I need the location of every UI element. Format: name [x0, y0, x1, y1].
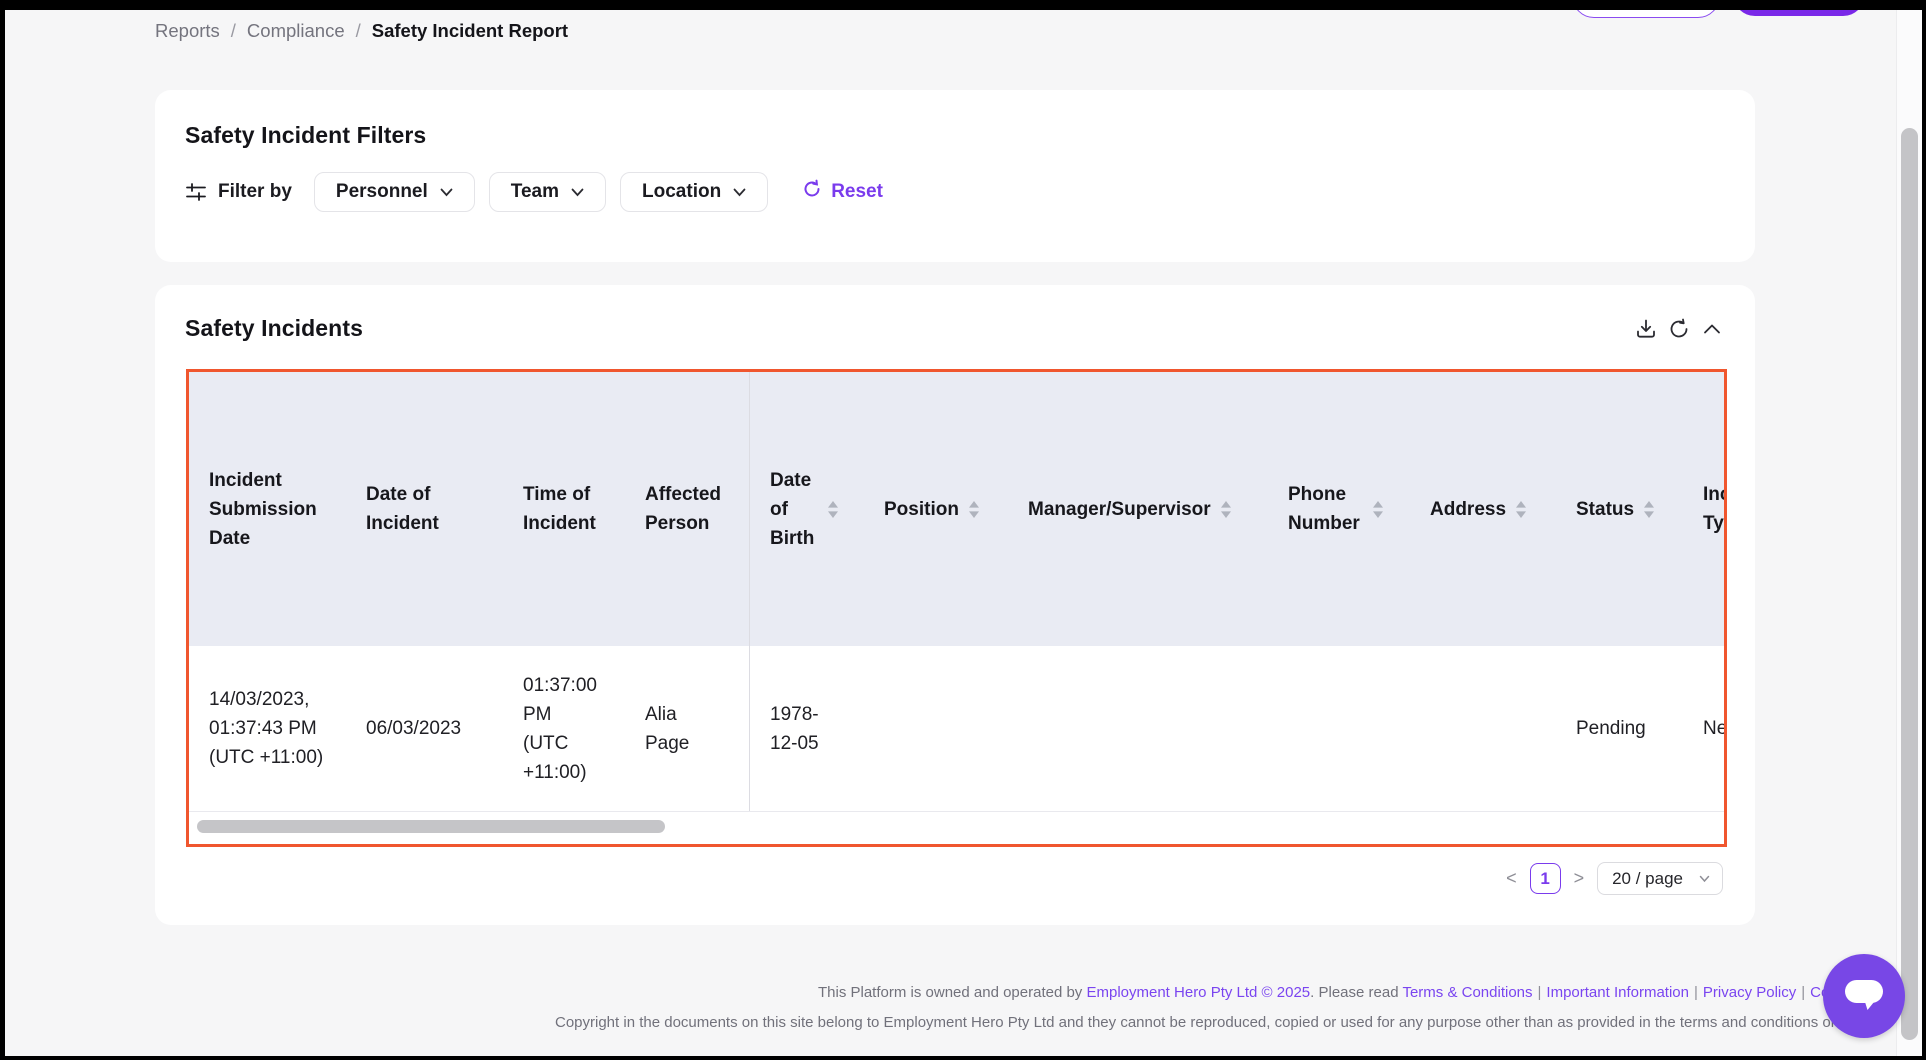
filters-card: Safety Incident Filters Filter by Person… [155, 90, 1755, 262]
pagination: < 1 > 20 / page [1506, 862, 1723, 895]
col-header-date-of-birth[interactable]: Date of Birth [750, 372, 864, 646]
filter-row: Filter by Personnel Team Location [185, 172, 1755, 212]
incidents-table: Incident Submission Date Date of Inciden… [186, 369, 1727, 847]
footer-line-1: This Platform is owned and operated by E… [818, 984, 1901, 1001]
cell-incident-time: 01:37:00 PM (UTC +11:00) [503, 646, 625, 811]
cell-phone-number [1268, 646, 1410, 811]
incidents-title: Safety Incidents [185, 315, 363, 342]
employment-hero-link[interactable]: Employment Hero Pty Ltd © 2025 [1086, 984, 1310, 1001]
cell-manager-supervisor [1008, 646, 1268, 811]
breadcrumb-compliance[interactable]: Compliance [247, 20, 345, 42]
chat-button[interactable] [1823, 954, 1905, 1038]
col-header-status[interactable]: Status [1556, 372, 1683, 646]
chat-bubble-icon [1842, 974, 1886, 1019]
col-header-incident-submission-date: Incident Submission Date [189, 372, 346, 646]
sliders-icon [185, 181, 207, 203]
location-dropdown-label: Location [642, 181, 721, 203]
sort-icon[interactable] [1220, 500, 1232, 519]
cell-position [864, 646, 1008, 811]
next-page-button[interactable]: > [1574, 863, 1585, 894]
page-size-select[interactable]: 20 / page [1597, 862, 1723, 895]
breadcrumb-separator: / [356, 20, 361, 42]
col-header-position[interactable]: Position [864, 372, 1008, 646]
chevron-down-icon [571, 188, 584, 197]
cell-date-of-birth: 1978-12-05 [750, 646, 864, 811]
prev-page-button[interactable]: < [1506, 863, 1517, 894]
table-header-row: Incident Submission Date Date of Inciden… [189, 372, 1724, 646]
breadcrumb-reports[interactable]: Reports [155, 20, 220, 42]
cell-address [1410, 646, 1556, 811]
chevron-down-icon [1699, 875, 1710, 883]
incidents-card: Safety Incidents [155, 285, 1755, 925]
page-scrollbar-thumb[interactable] [1901, 128, 1918, 1040]
filters-title: Safety Incident Filters [155, 90, 1755, 149]
page-size-value: 20 / page [1612, 869, 1683, 889]
personnel-dropdown[interactable]: Personnel [314, 172, 475, 212]
breadcrumb: Reports / Compliance / Safety Incident R… [155, 20, 568, 42]
cell-incident-type: Ne [1683, 646, 1724, 811]
table-row: 14/03/2023, 01:37:43 PM (UTC +11:00) 06/… [189, 646, 1724, 812]
breadcrumb-separator: / [231, 20, 236, 42]
breadcrumb-current: Safety Incident Report [372, 20, 568, 42]
sort-icon[interactable] [1372, 500, 1384, 519]
col-header-date-of-incident: Date of Incident [346, 372, 503, 646]
chevron-down-icon [733, 188, 746, 197]
location-dropdown[interactable]: Location [620, 172, 768, 212]
page-scrollbar-track [1896, 10, 1922, 1056]
sort-icon[interactable] [827, 500, 839, 519]
table-horizontal-scrollbar-thumb[interactable] [197, 820, 665, 833]
sort-icon[interactable] [968, 500, 980, 519]
privacy-policy-link[interactable]: Privacy Policy [1703, 984, 1796, 1001]
sort-icon[interactable] [1643, 500, 1655, 519]
personnel-dropdown-label: Personnel [336, 181, 428, 203]
terms-conditions-link[interactable]: Terms & Conditions [1402, 984, 1532, 1001]
chevron-down-icon [440, 188, 453, 197]
header-primary-button[interactable] [1733, 10, 1865, 16]
download-icon[interactable] [1633, 316, 1659, 342]
frozen-row-pane: 14/03/2023, 01:37:43 PM (UTC +11:00) 06/… [189, 646, 750, 811]
scrollable-columns-pane: Date of Birth Position Manager/Superviso… [750, 372, 1724, 646]
reset-refresh-icon [802, 179, 822, 205]
cell-affected-person: Alia Page [625, 646, 750, 811]
col-header-time-of-incident: Time of Incident [503, 372, 625, 646]
header-secondary-button[interactable] [1572, 10, 1720, 18]
team-dropdown-label: Team [511, 181, 559, 203]
col-header-manager-supervisor[interactable]: Manager/Supervisor [1008, 372, 1268, 646]
scrollable-row-pane: 1978-12-05 Pending [750, 646, 1724, 811]
collapse-icon[interactable] [1699, 316, 1725, 342]
team-dropdown[interactable]: Team [489, 172, 606, 212]
cell-incident-date: 06/03/2023 [346, 646, 503, 811]
table-horizontal-scrollbar [189, 812, 1724, 842]
filter-by-label: Filter by [218, 181, 292, 203]
col-header-affected-person: Affected Person [625, 372, 750, 646]
frozen-columns-pane: Incident Submission Date Date of Inciden… [189, 372, 750, 646]
cell-submission-date: 14/03/2023, 01:37:43 PM (UTC +11:00) [189, 646, 346, 811]
refresh-icon[interactable] [1666, 316, 1692, 342]
cell-status: Pending [1556, 646, 1683, 811]
col-header-phone-number[interactable]: Phone Number [1268, 372, 1410, 646]
page: Reports / Compliance / Safety Incident R… [5, 10, 1922, 1056]
footer-line-2: Copyright in the documents on this site … [555, 1014, 1847, 1031]
reset-button[interactable]: Reset [796, 178, 889, 206]
col-header-address[interactable]: Address [1410, 372, 1556, 646]
important-information-link[interactable]: Important Information [1546, 984, 1689, 1001]
incidents-card-header: Safety Incidents [155, 285, 1755, 342]
reset-label: Reset [831, 181, 883, 203]
incidents-toolbar [1633, 316, 1725, 342]
page-number-button[interactable]: 1 [1530, 863, 1561, 894]
col-header-incident-type[interactable]: Incident Type [1683, 372, 1724, 646]
sort-icon[interactable] [1515, 500, 1527, 519]
